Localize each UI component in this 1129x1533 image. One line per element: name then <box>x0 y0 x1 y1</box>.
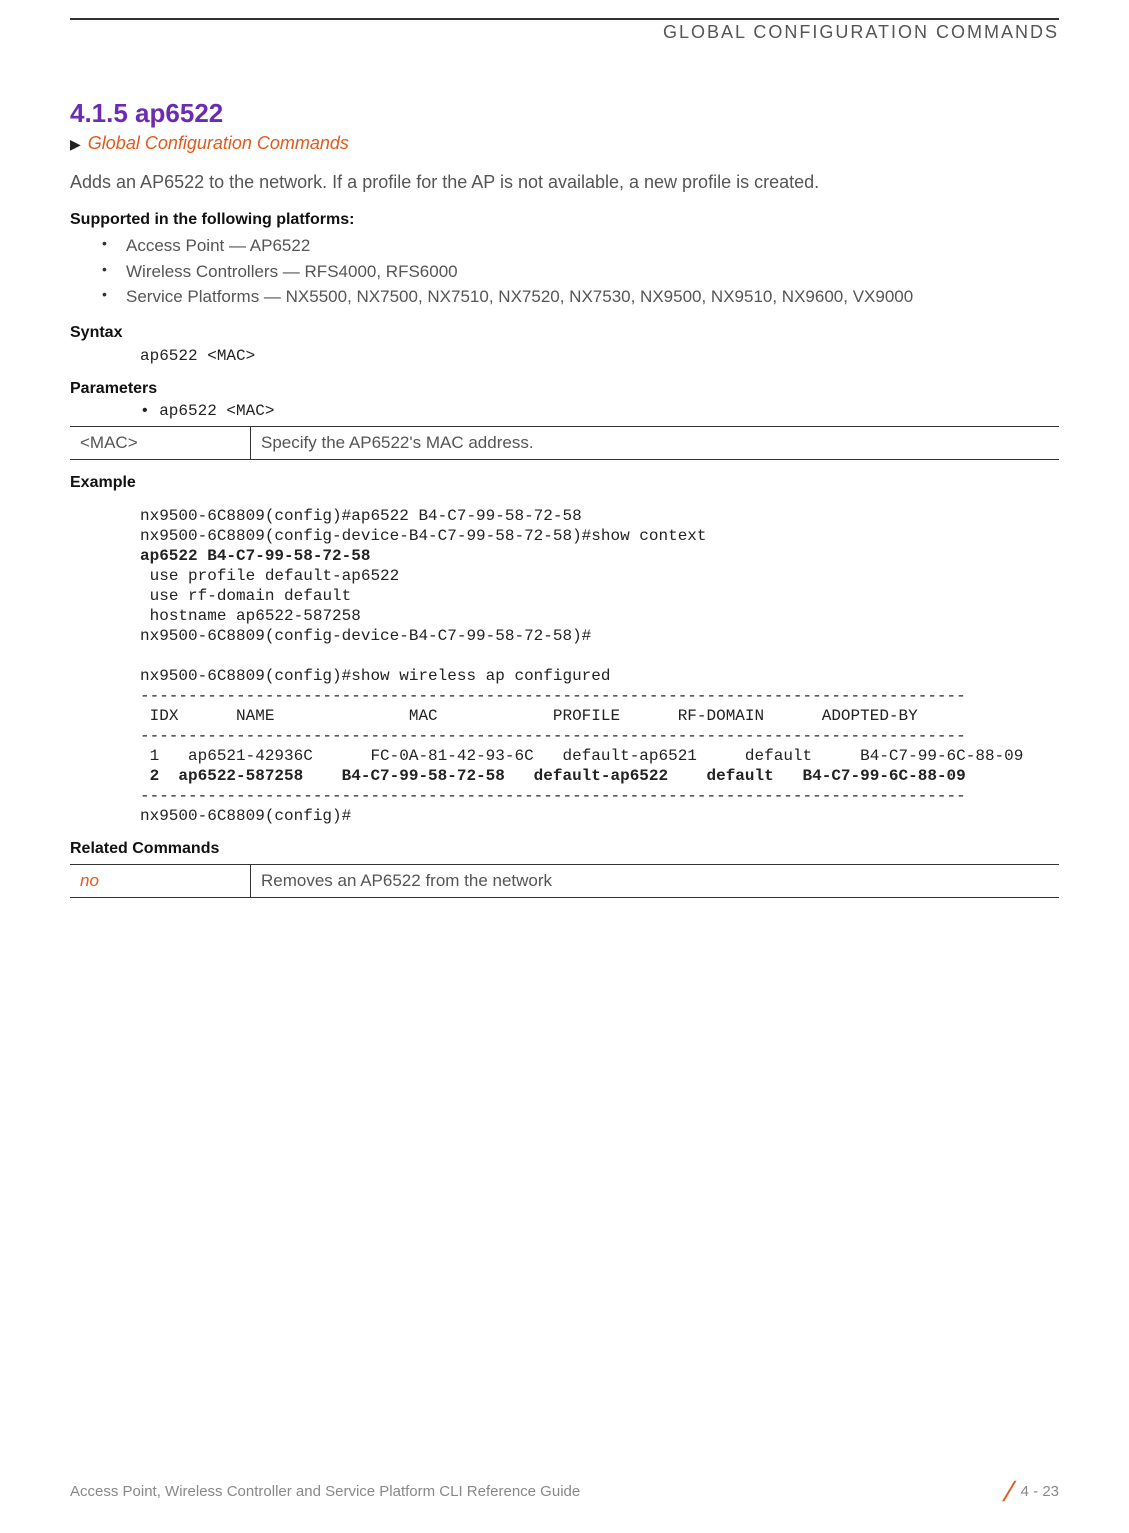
intro-text: Adds an AP6522 to the network. If a prof… <box>70 172 1059 193</box>
breadcrumb-text: Global Configuration Commands <box>88 133 349 153</box>
arrow-icon: ▶ <box>70 136 81 152</box>
footer-page: / 4 - 23 <box>1005 1481 1059 1503</box>
related-cmd[interactable]: no <box>70 864 251 897</box>
parameters-bullet: • ap6522 <MAC> <box>140 402 1059 420</box>
param-key: <MAC> <box>70 426 251 459</box>
breadcrumb-link[interactable]: ▶ Global Configuration Commands <box>70 133 1059 154</box>
chapter-title: GLOBAL CONFIGURATION COMMANDS <box>663 22 1059 42</box>
list-item: Service Platforms — NX5500, NX7500, NX75… <box>108 284 1059 310</box>
table-row: <MAC> Specify the AP6522's MAC address. <box>70 426 1059 459</box>
page-footer: Access Point, Wireless Controller and Se… <box>70 1481 1059 1503</box>
param-desc: Specify the AP6522's MAC address. <box>251 426 1060 459</box>
example-code: nx9500-6C8809(config)#ap6522 B4-C7-99-58… <box>140 506 1059 826</box>
syntax-code: ap6522 <MAC> <box>140 346 1059 366</box>
page-number: 4 - 23 <box>1021 1483 1059 1500</box>
slash-icon: / <box>1001 1481 1016 1503</box>
supported-heading: Supported in the following platforms: <box>70 211 1059 229</box>
related-heading: Related Commands <box>70 840 1059 858</box>
section-title: 4.1.5 ap6522 <box>70 98 1059 129</box>
list-item: Access Point — AP6522 <box>108 233 1059 259</box>
related-desc: Removes an AP6522 from the network <box>251 864 1060 897</box>
example-heading: Example <box>70 474 1059 492</box>
supported-list: Access Point — AP6522 Wireless Controlle… <box>70 233 1059 310</box>
related-table: no Removes an AP6522 from the network <box>70 864 1059 898</box>
table-row: no Removes an AP6522 from the network <box>70 864 1059 897</box>
list-item: Wireless Controllers — RFS4000, RFS6000 <box>108 259 1059 285</box>
chapter-header: GLOBAL CONFIGURATION COMMANDS <box>70 18 1059 43</box>
syntax-heading: Syntax <box>70 324 1059 342</box>
footer-guide: Access Point, Wireless Controller and Se… <box>70 1483 580 1500</box>
parameters-heading: Parameters <box>70 380 1059 398</box>
parameters-table: <MAC> Specify the AP6522's MAC address. <box>70 426 1059 460</box>
